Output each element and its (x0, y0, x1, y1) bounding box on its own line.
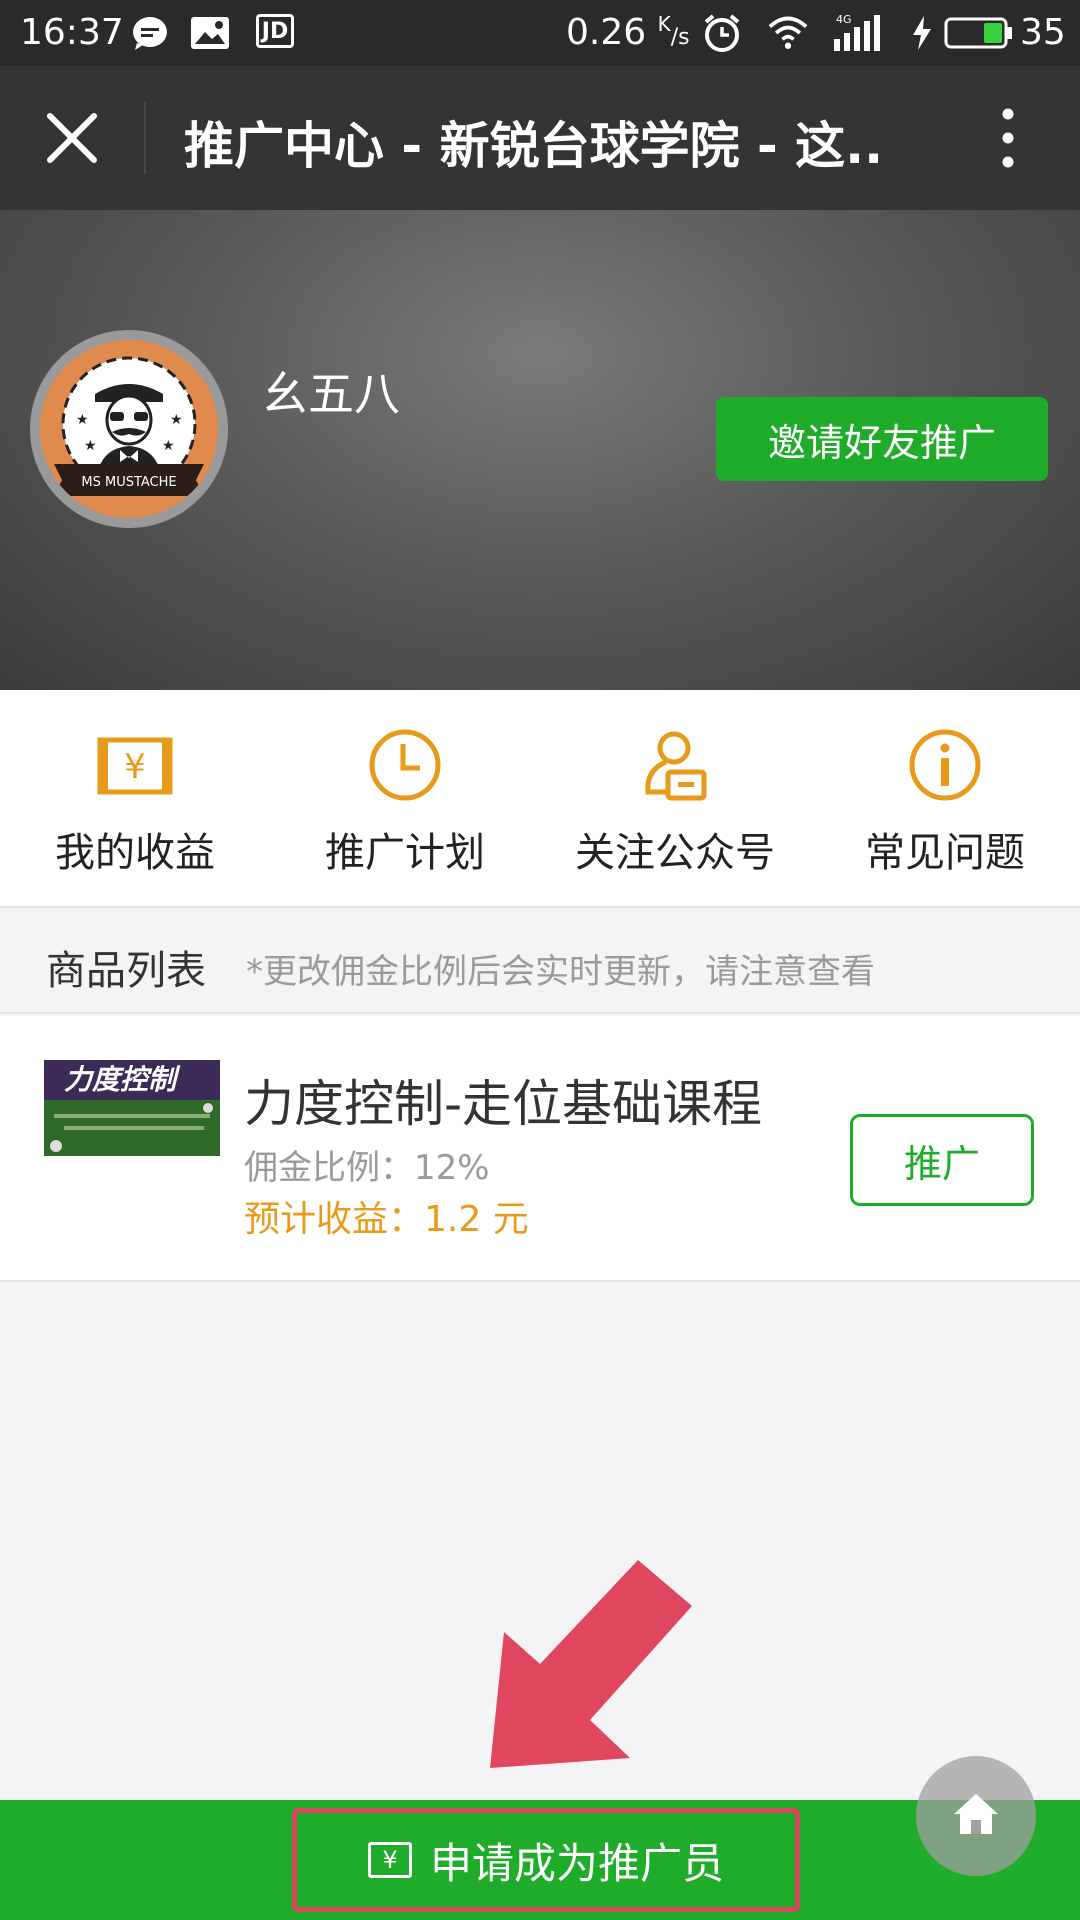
home-button[interactable] (916, 1756, 1036, 1876)
apply-promoter-button[interactable]: ¥ 申请成为推广员 (292, 1808, 800, 1912)
commission-rate: 佣金比例：12% (244, 1148, 490, 1188)
svg-text:¥: ¥ (124, 747, 146, 787)
estimated-income: 预计收益：1.2 元 (244, 1199, 529, 1240)
svg-text:4G: 4G (836, 13, 852, 26)
product-list-header: 商品列表 *更改佣金比例后会实时更新，请注意查看 (0, 908, 1080, 1014)
yen-wallet-icon: ¥ (96, 726, 174, 804)
menu-item-follow-account[interactable]: 关注公众号 (540, 690, 810, 908)
svg-text:★: ★ (76, 412, 89, 428)
product-thumbnail[interactable]: 力度控制 (44, 1060, 220, 1156)
charging-icon (902, 14, 942, 52)
status-time: 16:37 (20, 12, 124, 53)
signal-icon: 4G (830, 13, 888, 52)
avatar[interactable]: ★ ★ ★ ★ MS MUSTACHE (30, 330, 228, 528)
product-name: 力度控制-走位基础课程 (244, 1075, 763, 1133)
username: 幺五八 (262, 367, 400, 421)
svg-text:★: ★ (170, 412, 183, 428)
menu-label: 关注公众号 (575, 830, 775, 876)
thumbnail-title: 力度控制 (44, 1060, 220, 1100)
chat-bubble-icon (130, 14, 170, 52)
yen-box-icon: ¥ (367, 1842, 412, 1878)
menu-label: 推广计划 (325, 830, 485, 876)
profile-header: ★ ★ ★ ★ MS MUSTACHE 幺五八 邀请好友推广 (0, 210, 1080, 690)
mustache-logo-icon: ★ ★ ★ ★ MS MUSTACHE (40, 340, 218, 518)
battery-icon (944, 14, 1014, 52)
svg-text:★: ★ (162, 438, 175, 454)
network-speed: 0.26 K/s (566, 12, 690, 53)
jd-icon: JD (256, 14, 294, 48)
product-list-title: 商品列表 (46, 948, 206, 994)
title-divider (144, 102, 146, 174)
apply-promoter-label: 申请成为推广员 (429, 1838, 724, 1888)
menu-label: 常见问题 (865, 830, 1025, 876)
status-bar: 16:37 JD 0.26 K/s 4G 35 (0, 0, 1080, 66)
feature-menu: ¥ 我的收益 推广计划 关注公众号 常见问题 (0, 690, 1080, 908)
svg-text:★: ★ (84, 438, 97, 454)
title-bar: 推广中心 - 新锐台球学院 - 这.. (0, 66, 1080, 210)
menu-item-promo-plan[interactable]: 推广计划 (270, 690, 540, 908)
page-title: 推广中心 - 新锐台球学院 - 这.. (184, 117, 884, 175)
menu-item-faq[interactable]: 常见问题 (810, 690, 1080, 908)
invite-friends-button[interactable]: 邀请好友推广 (716, 397, 1048, 481)
home-icon (952, 1792, 1000, 1840)
wifi-icon (768, 14, 808, 52)
avatar-banner-text: MS MUSTACHE (81, 475, 176, 490)
product-list-note: *更改佣金比例后会实时更新，请注意查看 (246, 952, 875, 992)
clock-icon (366, 726, 444, 804)
promote-button[interactable]: 推广 (850, 1114, 1034, 1206)
user-card-icon (636, 726, 714, 804)
menu-label: 我的收益 (55, 830, 215, 876)
more-vertical-icon[interactable] (990, 106, 1026, 170)
list-item[interactable]: 力度控制 力度控制-走位基础课程 佣金比例：12% 预计收益：1.2 元 推广 (0, 1016, 1080, 1282)
info-icon (906, 726, 984, 804)
battery-percent: 35 (1020, 12, 1066, 53)
image-icon (190, 14, 230, 52)
menu-item-my-earnings[interactable]: ¥ 我的收益 (0, 690, 270, 908)
close-icon[interactable] (44, 110, 100, 166)
alarm-icon (702, 14, 742, 52)
annotation-arrow-icon (470, 1560, 710, 1780)
